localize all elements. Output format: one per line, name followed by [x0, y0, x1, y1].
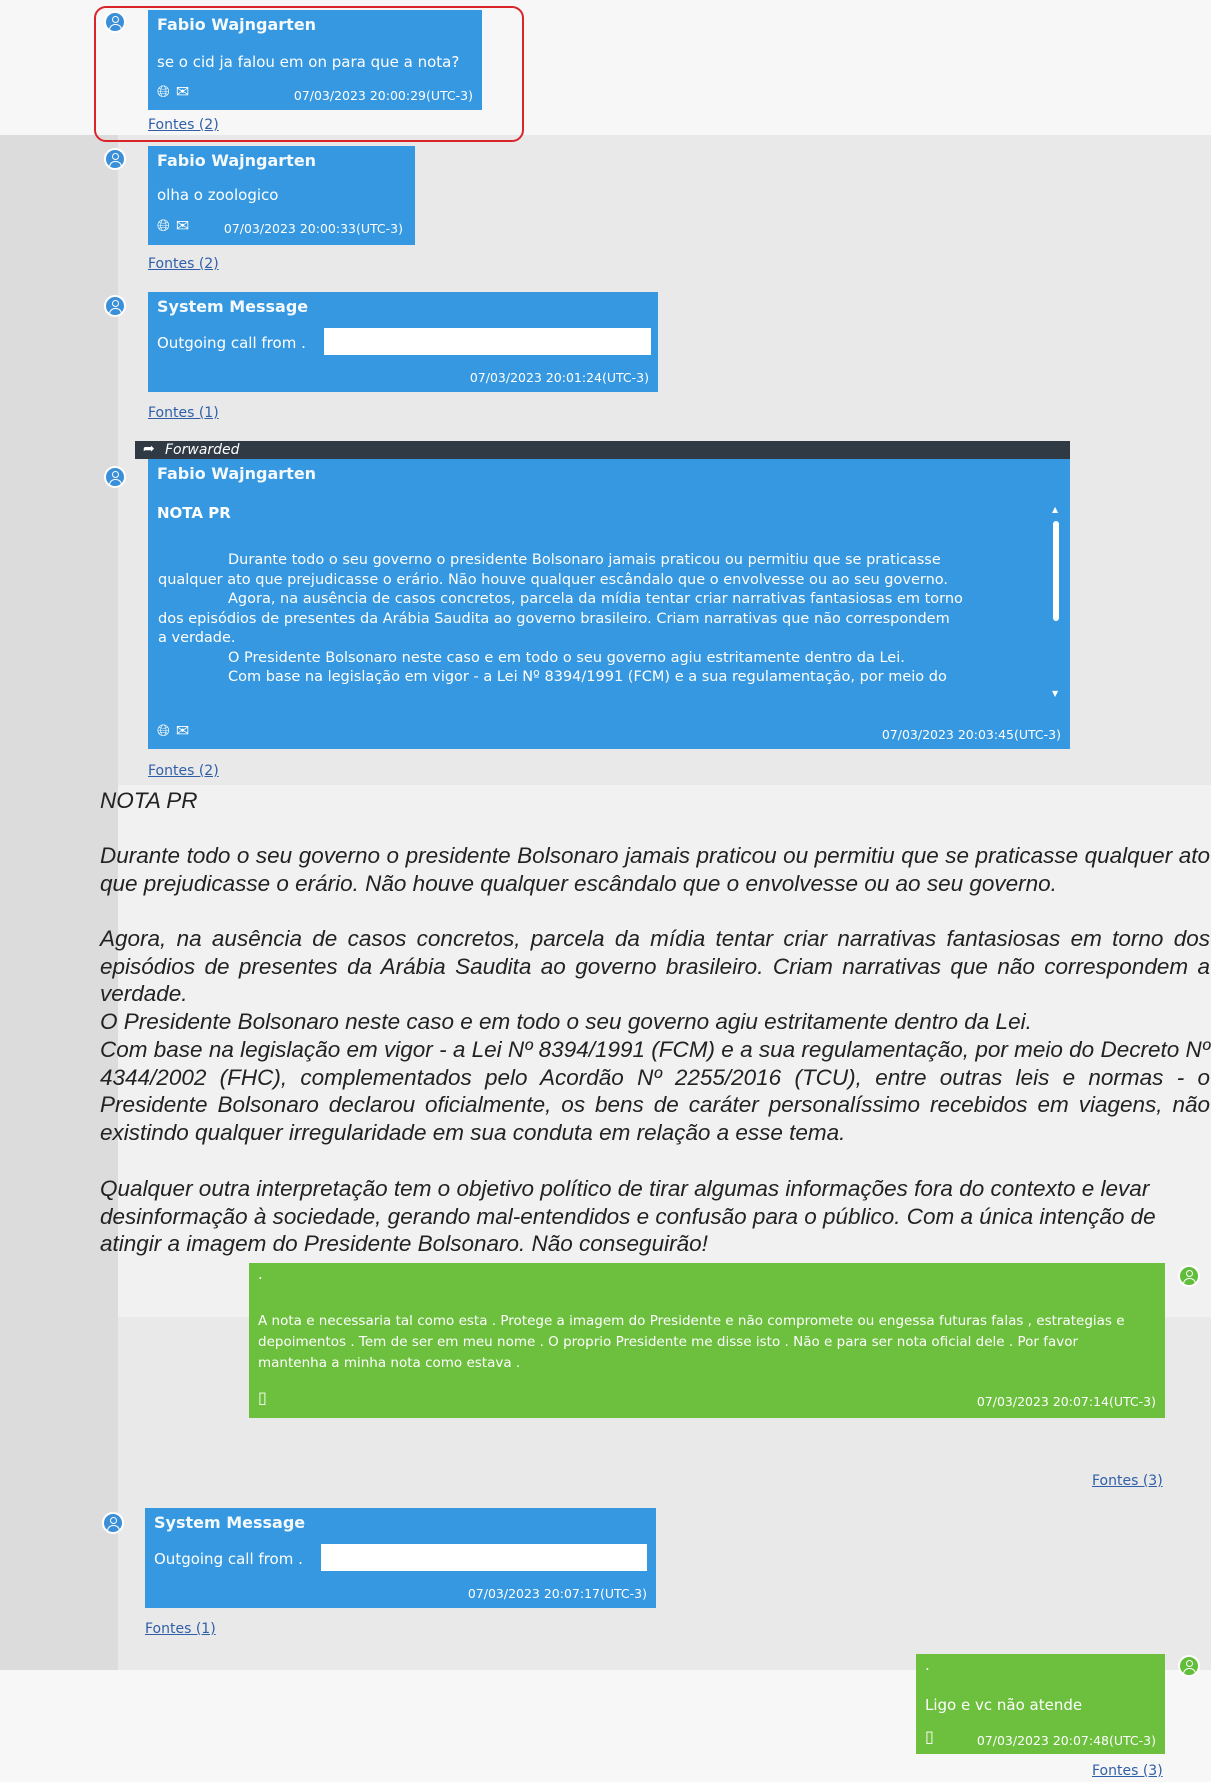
globe-icon: 🌐︎ [157, 216, 170, 235]
highlight-box [94, 6, 524, 142]
globe-icon: 🌐︎ [157, 721, 170, 740]
document-paragraph: Qualquer outra interpretação tem o objet… [100, 1176, 1156, 1256]
user-avatar-icon [1178, 1265, 1200, 1287]
mail-icon: ✉︎ [175, 216, 190, 235]
forwarded-bar: ➦ Forwarded [135, 441, 1070, 459]
document-paragraph: Durante todo o seu governo o presidente … [100, 843, 1210, 896]
note-body: Durante todo o seu governo o presidente … [158, 551, 1058, 688]
message-bubble-forwarded[interactable]: Fabio Wajngarten NOTA PR Durante todo o … [148, 459, 1070, 749]
document-title: NOTA PR [100, 788, 198, 813]
message-timestamp: 07/03/2023 20:07:14(UTC-3) [976, 1394, 1156, 1409]
document-paragraph: Agora, na ausência de casos concretos, p… [100, 926, 1210, 1006]
note-line: Com base na legislação em vigor - a Lei … [228, 669, 947, 685]
note-line: O Presidente Bolsonaro neste caso e em t… [228, 649, 905, 666]
phone-icon: ▯ [925, 1727, 934, 1746]
user-avatar-icon [104, 295, 126, 317]
message-text: olha o zoologico [157, 186, 279, 204]
redacted-field [324, 328, 651, 355]
fontes-link[interactable]: Fontes (2) [148, 256, 219, 272]
message-dot: . [258, 1265, 263, 1283]
left-gray-panel [0, 135, 118, 1670]
user-avatar-icon [104, 466, 126, 488]
message-text: A nota e necessaria tal como esta . Prot… [258, 1313, 1125, 1371]
document-paragraph: Com base na legislação em vigor - a Lei … [100, 1037, 1210, 1145]
forward-arrow-icon: ➦ [143, 441, 155, 457]
user-avatar-icon [102, 1512, 124, 1534]
user-avatar-icon [104, 148, 126, 170]
message-sender: Fabio Wajngarten [157, 464, 317, 483]
message-timestamp: 07/03/2023 20:00:33(UTC-3) [223, 221, 403, 236]
message-bubble-outgoing[interactable]: . Ligo e vc não atende ▯ 07/03/2023 20:0… [916, 1654, 1165, 1754]
forwarded-label: Forwarded [165, 442, 240, 458]
message-bubble[interactable]: System Message Outgoing call from . 07/0… [145, 1508, 656, 1608]
message-bubble[interactable]: System Message Outgoing call from . 07/0… [148, 292, 658, 392]
scroll-up-arrow-icon[interactable]: ▲ [1052, 505, 1058, 514]
phone-icon: ▯ [258, 1388, 267, 1407]
note-title: NOTA PR [157, 504, 231, 522]
mail-icon: ✉︎ [175, 721, 190, 740]
document-paragraph: O Presidente Bolsonaro neste caso e em t… [100, 1009, 1032, 1034]
note-line: Agora, na ausência de casos concretos, p… [228, 591, 963, 607]
message-sender: Fabio Wajngarten [157, 151, 317, 170]
note-line: qualquer ato que prejudicasse o erário. … [158, 571, 948, 588]
scroll-thumb[interactable] [1053, 521, 1059, 621]
note-line: a verdade. [158, 630, 236, 646]
message-text: Outgoing call from . [154, 1550, 303, 1568]
user-avatar-icon [1178, 1655, 1200, 1677]
message-bubble-outgoing[interactable]: . A nota e necessaria tal como esta . Pr… [249, 1263, 1165, 1418]
message-timestamp: 07/03/2023 20:07:48(UTC-3) [976, 1733, 1156, 1748]
redacted-field [321, 1544, 647, 1571]
scroll-down-arrow-icon[interactable]: ▼ [1052, 689, 1058, 698]
scrollbar[interactable]: ▲ ▼ [1052, 505, 1060, 699]
note-line: dos episódios de presentes da Arábia Sau… [158, 610, 950, 627]
note-line: Durante todo o seu governo o presidente … [228, 552, 941, 568]
fontes-link[interactable]: Fontes (2) [148, 763, 219, 779]
message-sender: System Message [157, 297, 309, 316]
message-text: Outgoing call from . [157, 334, 306, 352]
message-text: Ligo e vc não atende [925, 1696, 1083, 1714]
message-timestamp: 07/03/2023 20:07:17(UTC-3) [467, 1586, 647, 1601]
message-sender: System Message [154, 1513, 306, 1532]
message-timestamp: 07/03/2023 20:01:24(UTC-3) [469, 370, 649, 385]
message-bubble[interactable]: Fabio Wajngarten olha o zoologico 🌐︎ ✉︎ 0… [148, 146, 415, 245]
fontes-link[interactable]: Fontes (3) [1092, 1763, 1163, 1779]
message-timestamp: 07/03/2023 20:03:45(UTC-3) [881, 727, 1061, 742]
fontes-link[interactable]: Fontes (3) [1092, 1473, 1163, 1489]
fontes-link[interactable]: Fontes (1) [148, 405, 219, 421]
fontes-link[interactable]: Fontes (1) [145, 1621, 216, 1637]
message-dot: . [925, 1656, 930, 1674]
